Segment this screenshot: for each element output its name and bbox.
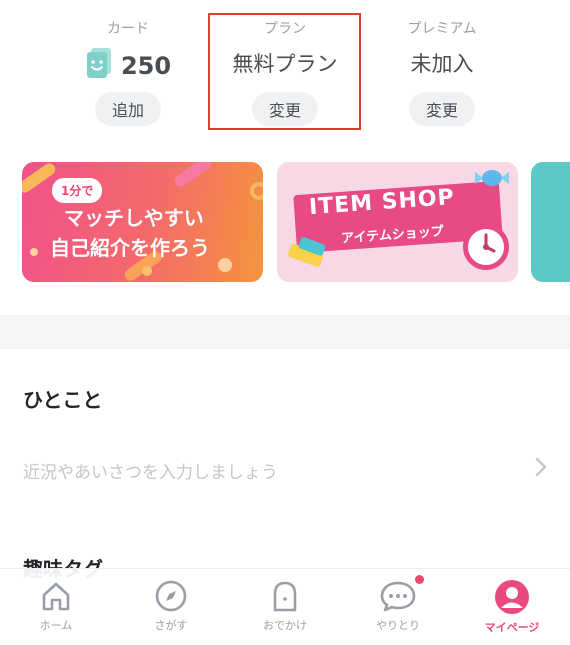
tab-outing[interactable]: おでかけ xyxy=(240,579,330,633)
decor-stripe xyxy=(172,162,214,189)
tab-mypage[interactable]: マイページ xyxy=(467,579,557,635)
tab-label: さがす xyxy=(154,619,188,632)
tab-label: おでかけ xyxy=(263,619,307,632)
decor-dot xyxy=(142,266,152,276)
banner-headline: マッチしやすい xyxy=(64,206,204,230)
comment-input-row[interactable]: 近況やあいさつを入力しましょう xyxy=(0,440,570,496)
tab-search[interactable]: さがす xyxy=(126,579,216,633)
card-count: 250 xyxy=(48,48,208,84)
bottom-tab-bar: ホーム さがす おでかけ やりとり マイページ xyxy=(0,568,570,645)
self-intro-banner[interactable]: 1分で マッチしやすい 自己紹介を作ろう xyxy=(22,162,263,282)
comment-placeholder: 近況やあいさつを入力しましょう xyxy=(23,463,278,483)
compass-icon xyxy=(155,580,187,612)
add-card-button[interactable]: 追加 xyxy=(95,92,161,126)
clock-icon xyxy=(483,233,496,253)
tab-home[interactable]: ホーム xyxy=(11,579,101,633)
candy-icon xyxy=(475,166,509,194)
next-banner-peek[interactable] xyxy=(531,162,570,282)
chat-bubble-icon xyxy=(380,581,416,612)
tab-label: ホーム xyxy=(39,619,73,632)
lipstick-icon xyxy=(285,234,335,278)
decor-dot xyxy=(250,182,263,200)
decor-dot xyxy=(30,248,38,256)
banner-carousel[interactable]: 1分で マッチしやすい 自己紹介を作ろう ITEM SHOP アイテムショップ xyxy=(0,162,570,284)
chevron-right-icon xyxy=(535,457,547,477)
comment-section-title: ひとこと xyxy=(23,388,103,412)
premium-label: プレミアム xyxy=(407,21,477,37)
decor-dot xyxy=(218,258,232,272)
banner-tag: 1分で xyxy=(52,178,103,203)
tab-label: やりとり xyxy=(376,619,420,632)
ghost-icon xyxy=(273,581,297,612)
tab-messages[interactable]: やりとり xyxy=(353,575,443,633)
banner-subheadline: 自己紹介を作ろう xyxy=(50,236,210,260)
card-count-value: 250 xyxy=(120,52,172,80)
unread-badge xyxy=(415,575,424,584)
user-icon xyxy=(495,580,529,614)
item-shop-banner[interactable]: ITEM SHOP アイテムショップ xyxy=(277,162,518,282)
plan-highlight-box xyxy=(208,13,361,130)
account-stats: カード 250 追加 プラン 無料プラン 変更 プレミアム 未加入 変更 xyxy=(0,0,570,145)
home-icon xyxy=(42,582,70,611)
premium-value: 未加入 xyxy=(410,52,474,76)
clock-badge xyxy=(463,224,509,270)
tab-label: マイページ xyxy=(484,621,540,634)
section-divider xyxy=(0,315,570,349)
card-face-icon xyxy=(85,48,113,84)
card-label: カード xyxy=(107,21,149,37)
change-premium-button[interactable]: 変更 xyxy=(409,92,475,126)
